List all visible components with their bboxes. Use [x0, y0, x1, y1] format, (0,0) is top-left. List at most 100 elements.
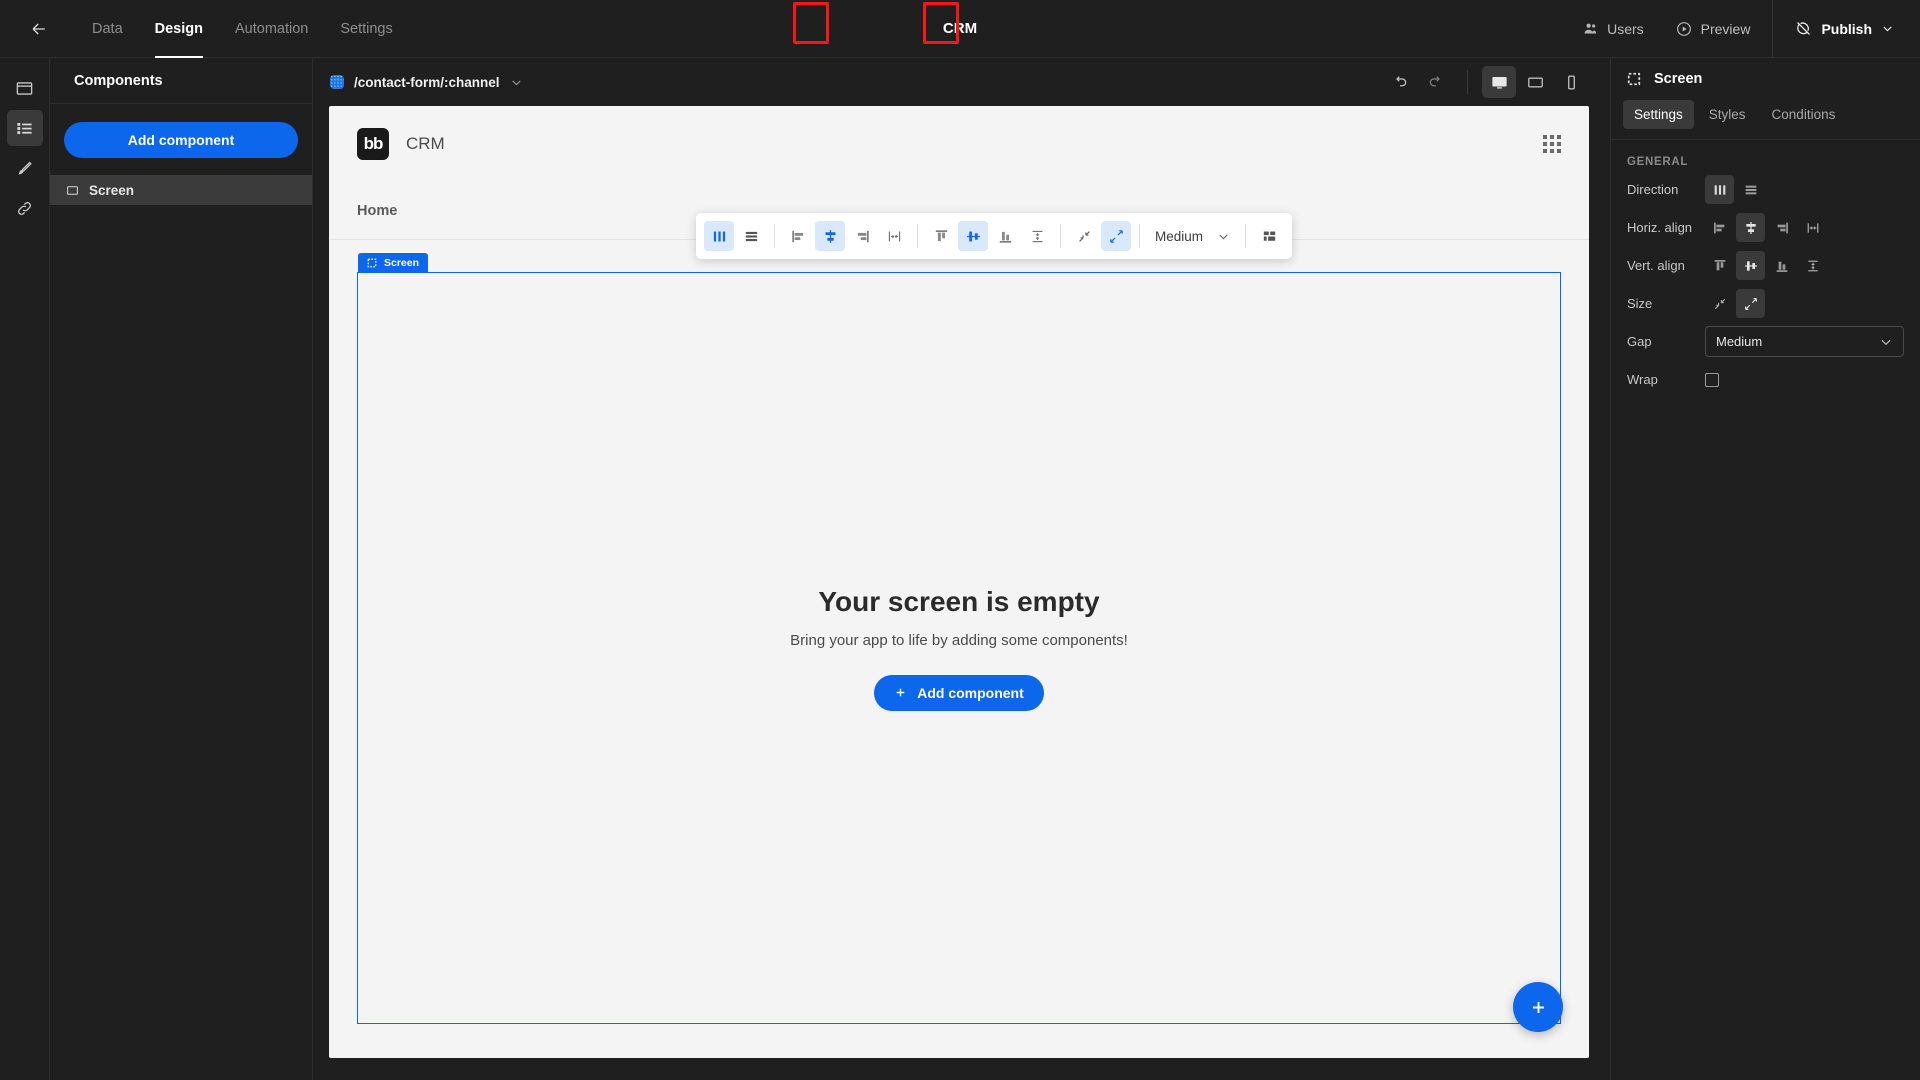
vert-align-label: Vert. align — [1627, 258, 1685, 273]
toolbar-size-grow[interactable] — [1101, 221, 1131, 251]
toolbar-halign-center[interactable] — [815, 221, 845, 251]
layout-grid-icon — [1263, 231, 1275, 241]
valign-middle-icon — [1744, 260, 1757, 271]
direction-label: Direction — [1627, 182, 1679, 197]
tab-styles[interactable]: Styles — [1698, 100, 1757, 129]
valign-space-button[interactable] — [1798, 251, 1827, 280]
publish-globe-off-icon — [1797, 22, 1811, 35]
divider — [1139, 224, 1140, 248]
users-button[interactable]: Users — [1567, 0, 1660, 58]
direction-horizontal-button[interactable] — [1705, 175, 1734, 204]
canvas-area: /contact-form/:channel bb CRM Home Scree… — [314, 58, 1610, 1080]
align-center-icon — [1745, 221, 1756, 234]
toolbar-valign-top[interactable] — [926, 221, 956, 251]
row-direction: Direction — [1611, 173, 1920, 206]
toolbar-size-shrink[interactable] — [1069, 221, 1099, 251]
toolbar-direction-vertical[interactable] — [736, 221, 766, 251]
toolbar-halign-space-between[interactable] — [879, 221, 909, 251]
preview-header: bb CRM — [329, 106, 1589, 182]
horiz-align-segmented — [1705, 213, 1827, 242]
size-shrink-button[interactable] — [1705, 289, 1734, 318]
top-bar-actions: Users Preview Publish — [1567, 0, 1920, 58]
back-button[interactable] — [20, 10, 58, 48]
rail-item-links[interactable] — [7, 190, 43, 226]
screen-selection-tag[interactable]: Screen — [358, 253, 429, 273]
publish-label: Publish — [1821, 20, 1872, 37]
redo-button[interactable] — [1419, 66, 1453, 98]
publish-button[interactable]: Publish — [1779, 0, 1920, 58]
halign-left-button[interactable] — [1705, 213, 1734, 242]
rail-item-screens[interactable] — [7, 70, 43, 106]
valign-top-icon — [935, 229, 947, 241]
device-tablet-button[interactable] — [1518, 66, 1552, 98]
rail-item-theme[interactable] — [7, 150, 43, 186]
users-label: Users — [1607, 20, 1644, 37]
chevron-down-icon — [511, 79, 521, 85]
components-panel: Components Add component Screen — [50, 58, 313, 1080]
toolbar-valign-middle[interactable] — [958, 221, 988, 251]
toolbar-layout-grid[interactable] — [1254, 221, 1284, 251]
tab-settings[interactable]: Settings — [1623, 100, 1694, 129]
tab-data[interactable]: Data — [76, 0, 139, 58]
empty-add-component-label: Add component — [917, 684, 1024, 701]
valign-top-icon — [1714, 259, 1725, 270]
valign-top-button[interactable] — [1705, 251, 1734, 280]
tree-item-screen[interactable]: Screen — [50, 175, 312, 205]
valign-middle-button[interactable] — [1736, 251, 1765, 280]
tab-conditions[interactable]: Conditions — [1761, 100, 1847, 129]
halign-right-button[interactable] — [1767, 213, 1796, 242]
dashed-screen-icon — [367, 258, 377, 268]
redo-icon — [1429, 76, 1440, 87]
preview-nav-item-home[interactable]: Home — [357, 203, 397, 219]
tab-automation[interactable]: Automation — [219, 0, 324, 58]
row-gap: Gap Medium — [1611, 325, 1920, 358]
horiz-align-label: Horiz. align — [1627, 220, 1693, 235]
gap-select[interactable]: Medium — [1705, 326, 1904, 357]
app-logo: bb — [357, 128, 389, 160]
undo-button[interactable] — [1383, 66, 1417, 98]
direction-vertical-button[interactable] — [1736, 175, 1765, 204]
toolbar-gap-select[interactable]: Medium — [1147, 221, 1238, 251]
components-list-icon — [17, 122, 32, 134]
device-mobile-button[interactable] — [1554, 66, 1588, 98]
settings-tabs: Settings Styles Conditions — [1611, 100, 1920, 140]
empty-add-component-button[interactable]: Add component — [874, 674, 1044, 711]
apps-grid-icon[interactable] — [1543, 135, 1561, 153]
halign-center-button[interactable] — [1736, 213, 1765, 242]
size-grow-button[interactable] — [1736, 289, 1765, 318]
screen-drop-area[interactable]: Your screen is empty Bring your app to l… — [357, 272, 1561, 1024]
rail-item-components[interactable] — [6, 110, 43, 146]
align-right-icon — [1777, 222, 1788, 233]
floating-add-button[interactable] — [1513, 982, 1563, 1032]
vert-align-segmented — [1705, 251, 1827, 280]
settings-panel-title: Screen — [1654, 71, 1703, 87]
align-center-icon — [825, 229, 835, 243]
size-label: Size — [1627, 296, 1653, 311]
columns-icon — [713, 231, 725, 241]
alignment-toolbar: Medium — [696, 213, 1293, 259]
halign-space-between-button[interactable] — [1798, 213, 1827, 242]
add-component-button[interactable]: Add component — [64, 122, 298, 158]
preview-button[interactable]: Preview — [1660, 0, 1767, 58]
size-segmented — [1705, 289, 1765, 318]
route-label: /contact-form/:channel — [354, 74, 500, 90]
preview-label: Preview — [1700, 20, 1751, 37]
tab-design[interactable]: Design — [139, 0, 219, 58]
toolbar-valign-space[interactable] — [1022, 221, 1052, 251]
route-color-swatch — [330, 75, 344, 89]
plus-icon — [1532, 1001, 1544, 1013]
valign-bottom-icon — [999, 231, 1011, 243]
device-desktop-button[interactable] — [1482, 66, 1516, 98]
toolbar-halign-right[interactable] — [847, 221, 877, 251]
route-selector[interactable]: /contact-form/:channel — [330, 75, 523, 90]
toolbar-gap-value: Medium — [1155, 228, 1204, 244]
tab-settings[interactable]: Settings — [324, 0, 408, 58]
valign-bottom-button[interactable] — [1767, 251, 1796, 280]
divider — [1060, 224, 1061, 248]
dashed-screen-icon — [1627, 72, 1641, 86]
wrap-checkbox[interactable] — [1705, 372, 1719, 387]
chevron-down-icon — [1881, 339, 1891, 345]
toolbar-valign-bottom[interactable] — [990, 221, 1020, 251]
toolbar-halign-left[interactable] — [783, 221, 813, 251]
toolbar-direction-horizontal[interactable] — [704, 221, 734, 251]
